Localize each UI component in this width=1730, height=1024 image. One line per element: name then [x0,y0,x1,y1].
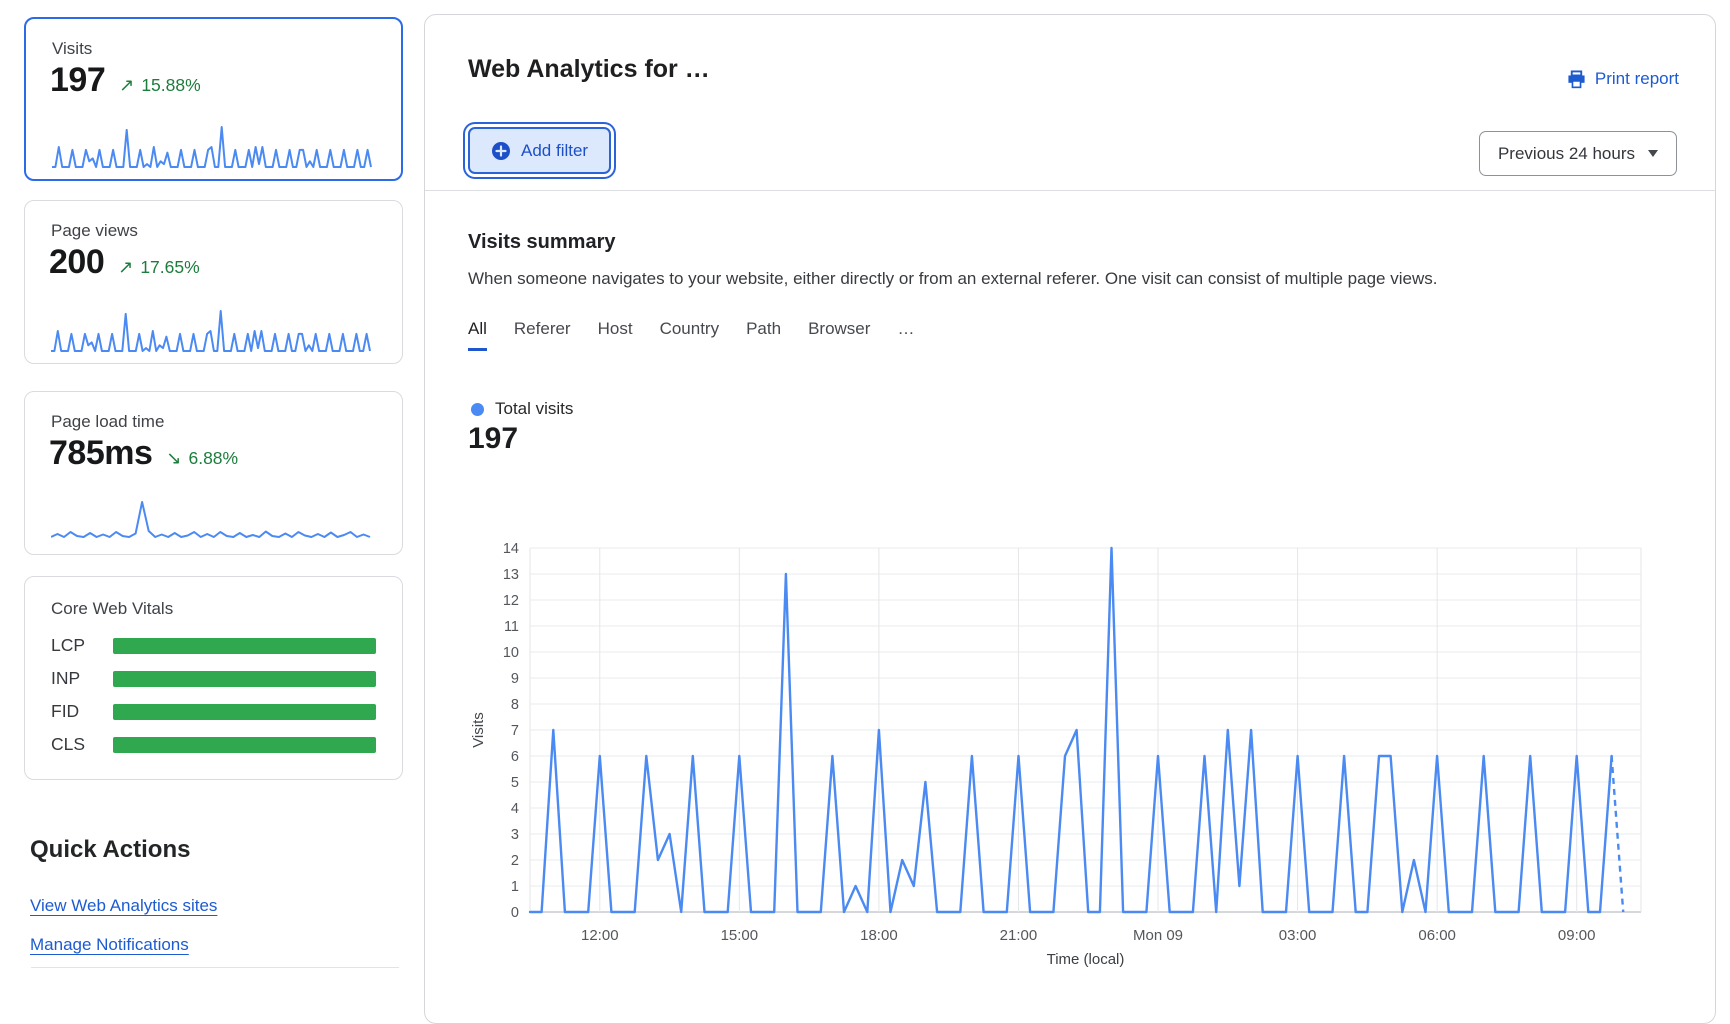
metric-label: Page views [51,221,402,241]
y-tick-label: 10 [503,645,519,661]
cwv-label: INP [51,668,113,689]
metric-label: Visits [52,39,401,59]
core-web-vitals-card: Core Web Vitals LCP INP FID CLS [24,576,403,780]
chart-legend: Total visits [471,399,573,419]
metric-value: 200 [49,243,104,282]
y-tick-label: 13 [503,567,519,583]
tab-path[interactable]: Path [746,319,781,351]
x-tick-label: 15:00 [721,927,759,944]
main-panel: Web Analytics for … Print report Add fil… [424,14,1716,1024]
y-tick-label: 7 [511,723,519,739]
y-tick-label: 5 [511,775,519,791]
time-range-label: Previous 24 hours [1498,144,1635,164]
sparkline-visits [52,123,373,170]
x-tick-label: 09:00 [1558,927,1596,944]
y-tick-label: 9 [511,671,519,687]
y-tick-label: 12 [503,593,519,609]
sparkline-page-views [51,307,372,354]
metric-value-row: 200 ↗ 17.65% [49,243,402,282]
time-range-dropdown[interactable]: Previous 24 hours [1479,131,1677,176]
plus-circle-icon [491,141,511,161]
axis-tick-labels: 0123456789101112131412:0015:0018:0021:00… [503,541,1596,944]
sparkline-page-load-time [51,498,372,545]
y-tick-label: 14 [503,541,519,557]
sidebar-divider [31,967,399,968]
printer-icon [1567,70,1586,89]
trend-down-arrow-icon: ↘ [166,448,181,468]
metric-card-page-load-time[interactable]: Page load time785ms ↘ 6.88% [24,391,403,555]
x-tick-label: 03:00 [1279,927,1317,944]
metric-trend-up: ↗ 17.65% [118,257,199,278]
print-report-label: Print report [1595,69,1679,89]
y-tick-label: 2 [511,853,519,869]
cwv-bar [113,671,376,687]
metric-value: 197 [50,61,105,100]
cwv-row-cls: CLS [51,734,376,755]
trend-percent: 6.88% [188,448,238,468]
dimension-tabs: All Referer Host Country Path Browser … [468,319,914,351]
cwv-row-lcp: LCP [51,635,376,656]
cwv-bar [113,704,376,720]
x-axis-title: Time (local) [1047,951,1125,968]
link-manage-notifications[interactable]: Manage Notifications [30,935,189,955]
link-view-web-analytics-sites[interactable]: View Web Analytics sites [30,896,217,916]
metric-trend-up: ↗ 15.88% [119,75,200,96]
tab-referer[interactable]: Referer [514,319,571,351]
cwv-row-inp: INP [51,668,376,689]
y-tick-label: 11 [504,619,519,635]
y-tick-label: 8 [511,697,519,713]
visits-summary-title: Visits summary [468,231,616,254]
print-report-link[interactable]: Print report [1567,69,1679,89]
core-web-vitals-rows: LCP INP FID CLS [25,635,402,755]
y-tick-label: 6 [511,749,519,765]
x-tick-label: 06:00 [1418,927,1456,944]
y-tick-label: 1 [511,879,519,895]
cwv-bar [113,638,376,654]
metric-card-visits[interactable]: Visits197 ↗ 15.88% [24,17,403,181]
metric-value-row: 785ms ↘ 6.88% [49,434,402,473]
add-filter-label: Add filter [521,141,588,161]
x-tick-label: 12:00 [581,927,619,944]
cwv-row-fid: FID [51,701,376,722]
tab-all[interactable]: All [468,319,487,351]
cwv-bar [113,737,376,753]
page-title: Web Analytics for … [468,55,710,84]
legend-dot-icon [471,403,484,416]
visits-summary-description: When someone navigates to your website, … [468,269,1437,289]
x-tick-label: Mon 09 [1133,927,1183,944]
x-tick-label: 21:00 [1000,927,1038,944]
tab-country[interactable]: Country [660,319,720,351]
y-tick-label: 0 [511,905,519,921]
tab-host[interactable]: Host [598,319,633,351]
quick-actions-title: Quick Actions [30,836,190,864]
metric-value: 785ms [49,434,152,473]
cwv-label: LCP [51,635,113,656]
metric-card-page-views[interactable]: Page views200 ↗ 17.65% [24,200,403,364]
cwv-label: FID [51,701,113,722]
trend-percent: 15.88% [141,75,200,95]
trend-up-arrow-icon: ↗ [119,75,134,95]
y-tick-label: 3 [511,827,519,843]
header-divider [425,190,1715,191]
tab-more[interactable]: … [897,319,914,351]
trend-up-arrow-icon: ↗ [118,257,133,277]
visits-line-chart: 0123456789101112131412:0015:0018:0021:00… [461,536,1696,986]
visits-chart-container: 0123456789101112131412:0015:0018:0021:00… [461,536,1696,991]
y-tick-label: 4 [511,801,519,817]
tab-browser[interactable]: Browser [808,319,870,351]
total-visits-value: 197 [468,422,518,456]
legend-label: Total visits [495,399,573,419]
metric-trend-down: ↘ 6.88% [166,448,238,469]
metric-value-row: 197 ↗ 15.88% [50,61,401,100]
core-web-vitals-title: Core Web Vitals [51,599,402,619]
cwv-label: CLS [51,734,113,755]
metric-label: Page load time [51,412,402,432]
chevron-down-icon [1648,150,1658,157]
add-filter-button[interactable]: Add filter [468,127,611,174]
trend-percent: 17.65% [140,257,199,277]
x-tick-label: 18:00 [860,927,898,944]
y-axis-title: Visits [470,712,487,748]
